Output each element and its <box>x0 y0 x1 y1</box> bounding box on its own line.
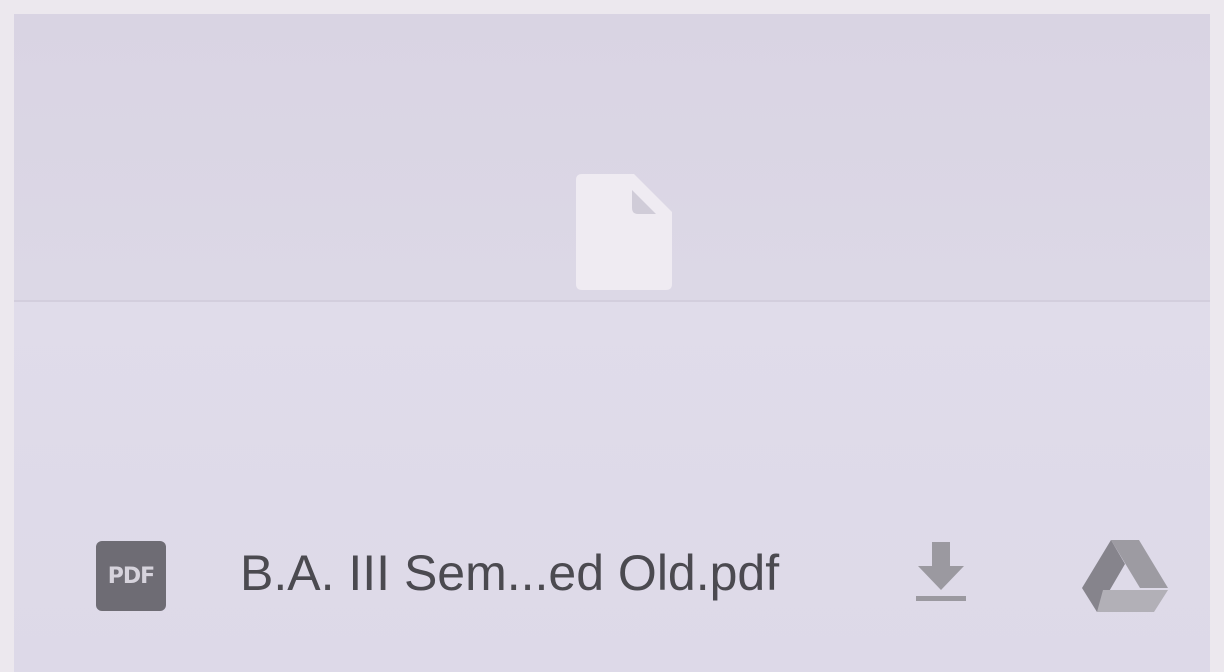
attachment-preview[interactable] <box>14 14 1210 300</box>
drive-icon[interactable] <box>1082 538 1168 614</box>
download-icon[interactable] <box>906 536 976 606</box>
attachment-info-bar: PDF B.A. III Sem...ed Old.pdf <box>14 514 1210 644</box>
file-name[interactable]: B.A. III Sem...ed Old.pdf <box>240 538 779 608</box>
attachment-card[interactable]: PDF B.A. III Sem...ed Old.pdf <box>14 14 1210 672</box>
pdf-icon: PDF <box>96 541 166 611</box>
divider <box>14 300 1210 302</box>
pdf-icon-label: PDF <box>107 563 155 589</box>
file-icon <box>576 174 672 290</box>
